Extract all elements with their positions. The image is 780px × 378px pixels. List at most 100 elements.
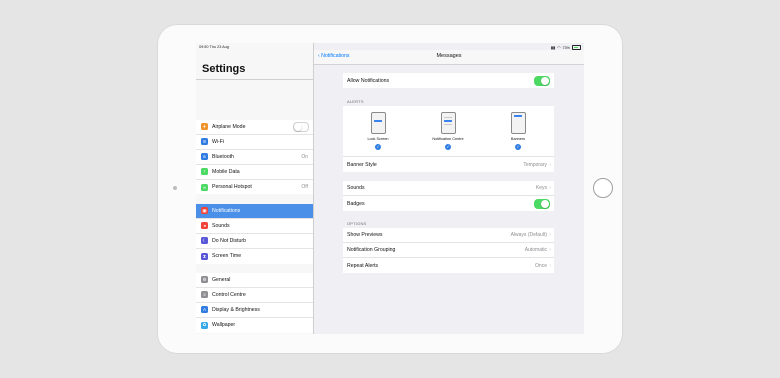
bluetooth-icon: ʙ (201, 153, 208, 161)
sidebar-item-do-not-disturb[interactable]: ☾ Do Not Disturb (196, 234, 313, 249)
sidebar-item-wallpaper[interactable]: ✿ Wallpaper (196, 318, 313, 333)
banner-style-row[interactable]: Banner Style Temporary › (343, 157, 554, 172)
sidebar-item-bluetooth[interactable]: ʙ Bluetooth On (196, 150, 313, 165)
switches-icon: ≡ (201, 291, 208, 299)
sidebar-item-screen-time[interactable]: ⧗ Screen Time (196, 249, 313, 264)
divider (196, 79, 313, 80)
sidebar-item-label: Sounds (212, 222, 230, 229)
show-previews-value: Always (Default) (510, 232, 547, 238)
sidebar-item-sounds[interactable]: ◂ Sounds (196, 219, 313, 234)
sidebar-item-wifi[interactable]: ≋ Wi-Fi (196, 135, 313, 150)
alerts-card: Lock Screen ✓ Notification Centre ✓ Bann… (343, 106, 554, 172)
sounds-label: Sounds (347, 185, 365, 191)
chevron-right-icon: › (549, 247, 551, 253)
chevron-right-icon: › (549, 185, 551, 191)
sidebar-item-display-brightness[interactable]: A Display & Brightness (196, 303, 313, 318)
sidebar-item-label: Bluetooth (212, 153, 234, 160)
banner-style-label: Banner Style (347, 161, 377, 168)
sidebar-item-label: Screen Time (212, 253, 242, 260)
notifications-icon: ▣ (201, 207, 208, 215)
alert-option-notification-centre[interactable]: Notification Centre ✓ (428, 112, 468, 150)
ipad-screen: 09:50 Thu 23 Aug Settings ✈ Airplane Mod… (196, 43, 584, 334)
page-title: Messages (436, 53, 462, 59)
alerts-header: ALERTS (347, 99, 364, 104)
sidebar-item-label: Control Centre (212, 291, 246, 298)
bluetooth-value: On (301, 153, 308, 160)
hourglass-icon: ⧗ (201, 252, 208, 260)
settings-sidebar: 09:50 Thu 23 Aug Settings ✈ Airplane Mod… (196, 43, 314, 334)
home-button[interactable] (593, 178, 613, 198)
allow-notifications-row: Allow Notifications (343, 73, 554, 88)
sounds-badges-card: Sounds Keys › Badges (343, 181, 554, 211)
sidebar-group-general: ⚙ General ≡ Control Centre A Display & B… (196, 273, 313, 333)
options-card: Show Previews Always (Default) › Notific… (343, 228, 554, 273)
sidebar-item-mobile-data[interactable]: ᵞ Mobile Data (196, 165, 313, 180)
chevron-right-icon: › (549, 232, 551, 238)
sidebar-item-label: Notifications (212, 207, 241, 214)
alert-option-banners[interactable]: Banners ✓ (498, 112, 538, 150)
badges-label: Badges (347, 200, 365, 207)
sidebar-item-label: Airplane Mode (212, 123, 246, 130)
sounds-row[interactable]: Sounds Keys › (343, 181, 554, 196)
airplane-mode-toggle[interactable] (293, 121, 309, 132)
sidebar-item-label: Mobile Data (212, 168, 240, 175)
speaker-icon: ◂ (201, 222, 208, 230)
antenna-icon: ᵞ (201, 168, 208, 176)
allow-notifications-label: Allow Notifications (347, 77, 390, 84)
lock-screen-preview-icon (370, 112, 386, 134)
show-previews-row[interactable]: Show Previews Always (Default) › (343, 228, 554, 243)
camera-dot (173, 186, 177, 190)
airplane-icon: ✈ (201, 123, 208, 131)
gear-icon: ⚙ (201, 276, 208, 284)
sidebar-item-label: Wi-Fi (212, 138, 225, 145)
repeat-alerts-row[interactable]: Repeat Alerts Once › (343, 258, 554, 273)
sidebar-item-airplane-mode[interactable]: ✈ Airplane Mode (196, 120, 313, 135)
allow-notifications-card: Allow Notifications (343, 73, 554, 88)
alert-option-lock-screen[interactable]: Lock Screen ✓ (358, 112, 398, 150)
show-previews-label: Show Previews (347, 232, 383, 238)
sidebar-item-label: Wallpaper (212, 322, 236, 329)
brightness-icon: A (201, 306, 208, 314)
hotspot-value: Off (301, 184, 308, 190)
allow-notifications-toggle[interactable] (534, 75, 550, 86)
badges-toggle[interactable] (534, 198, 550, 209)
banner-style-value: Temporary (523, 161, 547, 168)
badges-row: Badges (343, 196, 554, 211)
repeat-alerts-value: Once (535, 262, 547, 269)
sidebar-item-general[interactable]: ⚙ General (196, 273, 313, 288)
checkmark-icon: ✓ (515, 144, 521, 150)
status-time: 09:50 Thu 23 Aug (199, 45, 229, 49)
sidebar-item-label: Personal Hotspot (212, 184, 252, 190)
alert-option-label: Notification Centre (432, 137, 464, 141)
chevron-right-icon: › (549, 161, 551, 168)
sidebar-group-notifications: ▣ Notifications ◂ Sounds ☾ Do Not Distur… (196, 204, 313, 264)
notification-grouping-value: Automatic (524, 247, 547, 253)
alert-option-label: Banners (510, 137, 526, 141)
nav-bar: ‹ Notifications Messages (314, 50, 584, 65)
banners-preview-icon (510, 112, 526, 134)
notification-grouping-row[interactable]: Notification Grouping Automatic › (343, 243, 554, 258)
sidebar-item-personal-hotspot[interactable]: ∞ Personal Hotspot Off (196, 180, 313, 195)
hotspot-icon: ∞ (201, 183, 208, 191)
settings-title: Settings (202, 63, 246, 75)
sidebar-item-label: Do Not Disturb (212, 237, 247, 244)
chevron-right-icon: › (549, 262, 551, 269)
alert-style-picker: Lock Screen ✓ Notification Centre ✓ Bann… (343, 106, 554, 157)
sidebar-item-control-centre[interactable]: ≡ Control Centre (196, 288, 313, 303)
alert-option-label: Lock Screen (367, 137, 389, 141)
options-header: OPTIONS (347, 221, 367, 226)
sidebar-item-label: General (212, 276, 231, 283)
repeat-alerts-label: Repeat Alerts (347, 262, 379, 269)
sidebar-item-notifications[interactable]: ▣ Notifications (196, 204, 313, 219)
sidebar-group-connectivity: ✈ Airplane Mode ≋ Wi-Fi ʙ Bluetooth On ᵞ… (196, 120, 313, 195)
wifi-icon: ≋ (201, 138, 208, 146)
flower-icon: ✿ (201, 321, 208, 329)
sounds-value: Keys (535, 185, 547, 191)
checkmark-icon: ✓ (375, 144, 381, 150)
notification-centre-preview-icon (440, 112, 456, 134)
battery-percent: 73% (562, 45, 570, 50)
sidebar-item-label: Display & Brightness (212, 306, 260, 313)
detail-pane: ▮▮ ◠ 73% ‹ Notifications Messages Allow … (314, 43, 584, 334)
checkmark-icon: ✓ (445, 144, 451, 150)
moon-icon: ☾ (201, 237, 208, 245)
